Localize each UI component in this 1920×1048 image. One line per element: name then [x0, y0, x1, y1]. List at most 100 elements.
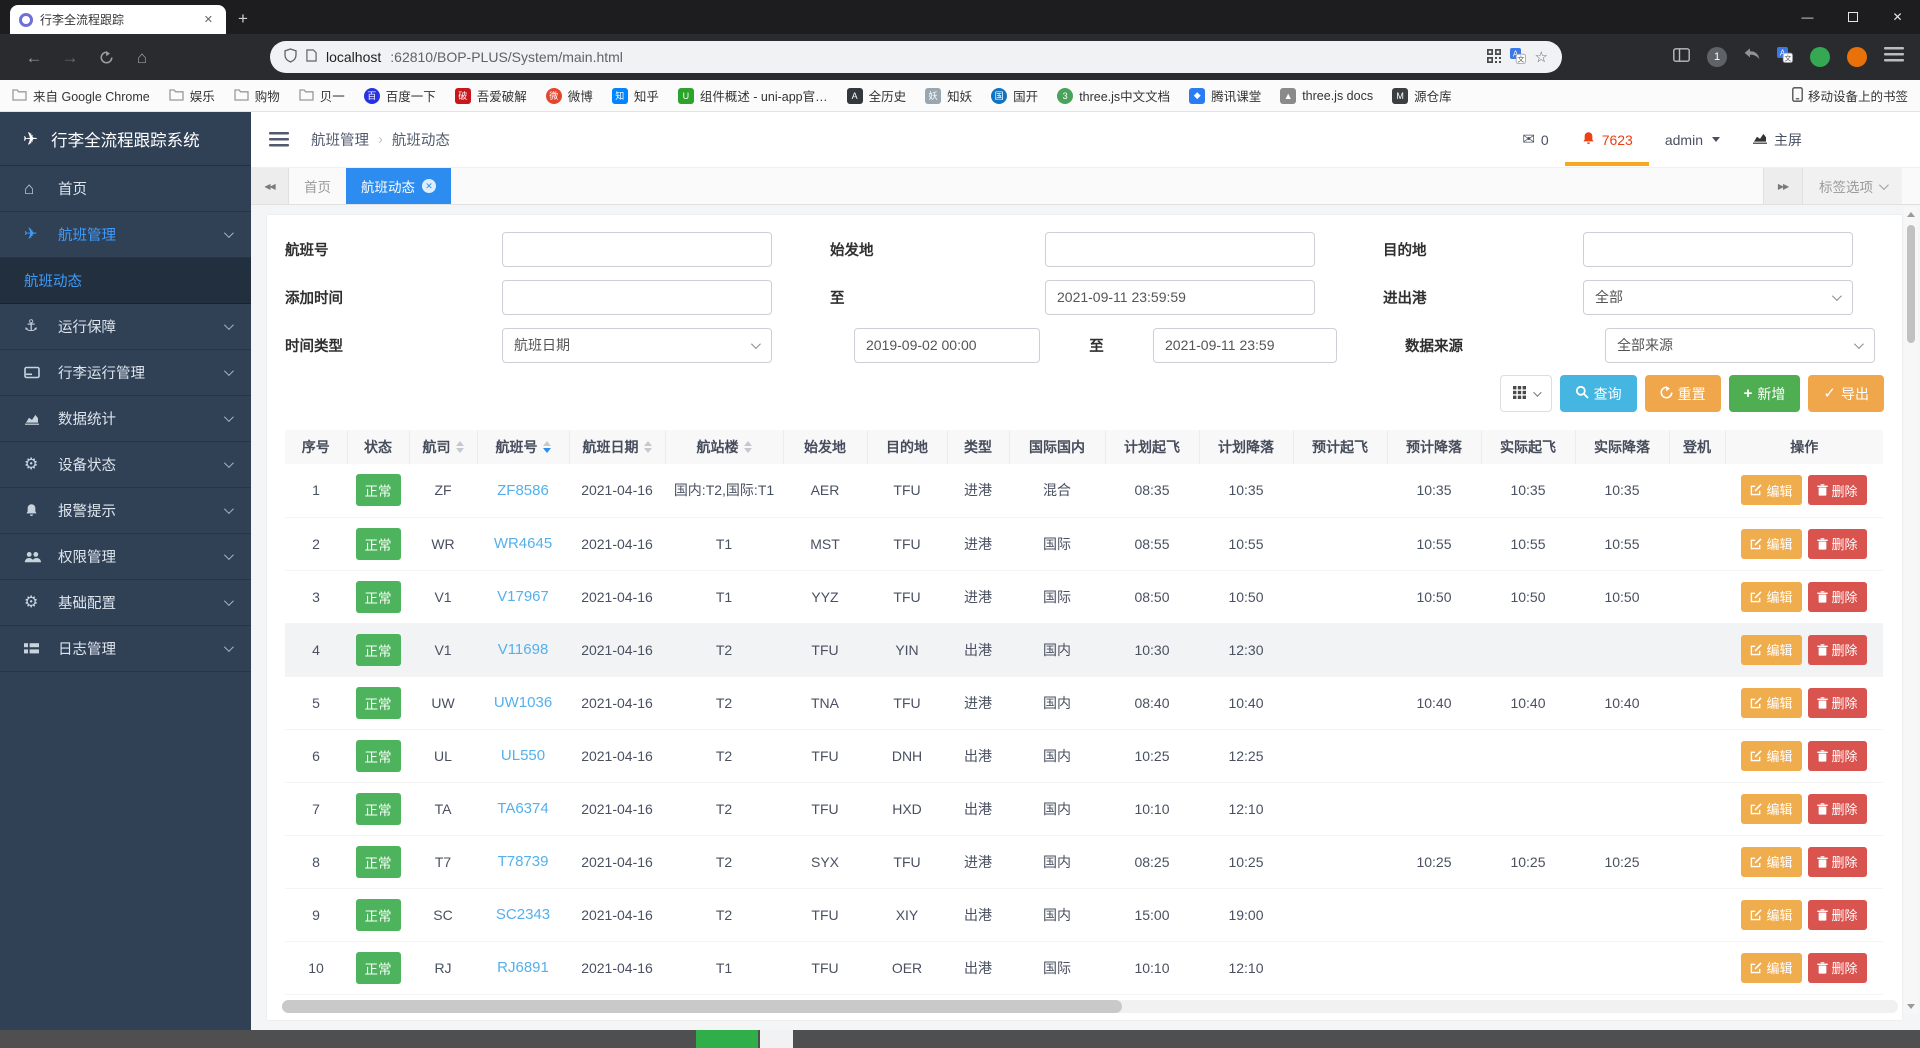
- bookmark-mobile[interactable]: 移动设备上的书签: [1792, 86, 1908, 105]
- tabs-scroll-right-icon[interactable]: ▶▶: [1764, 168, 1802, 204]
- query-button[interactable]: 查询: [1560, 375, 1637, 412]
- flight-number-link[interactable]: WR4645: [494, 535, 552, 552]
- add-time-to-input[interactable]: [1045, 280, 1315, 315]
- tab-home[interactable]: 首页: [289, 168, 346, 204]
- range-start-input[interactable]: [854, 328, 1040, 363]
- tabs-scroll-left-icon[interactable]: ◀◀: [251, 168, 289, 204]
- translate-extension-icon[interactable]: A文: [1777, 47, 1793, 68]
- bookmark-item[interactable]: 来自 Google Chrome: [12, 86, 150, 105]
- edit-button[interactable]: 编辑: [1741, 794, 1801, 824]
- hamburger-menu-icon[interactable]: [269, 132, 289, 147]
- breadcrumb-parent[interactable]: 航班管理: [311, 129, 369, 150]
- extension-orange-icon[interactable]: [1847, 47, 1867, 67]
- sidebar-item-5[interactable]: ⚙设备状态: [0, 442, 251, 488]
- edit-button[interactable]: 编辑: [1741, 847, 1801, 877]
- inout-select[interactable]: 全部: [1583, 280, 1853, 315]
- delete-button[interactable]: 删除: [1808, 900, 1867, 930]
- delete-button[interactable]: 删除: [1808, 582, 1867, 612]
- undo-icon[interactable]: [1744, 48, 1760, 66]
- bookmark-item[interactable]: ◆腾讯课堂: [1189, 86, 1261, 105]
- flight-number-link[interactable]: UL550: [501, 747, 545, 764]
- bookmark-item[interactable]: 国国开: [991, 86, 1038, 105]
- bookmark-item[interactable]: 知知乎: [612, 86, 659, 105]
- delete-button[interactable]: 删除: [1808, 635, 1867, 665]
- horizontal-scrollbar[interactable]: [282, 1000, 1898, 1013]
- flight-number-link[interactable]: V11698: [498, 641, 549, 658]
- fullscreen-button[interactable]: 主屏: [1752, 130, 1802, 150]
- sort-desc-icon[interactable]: [644, 448, 652, 453]
- flight-number-link[interactable]: SC2343: [496, 906, 550, 923]
- edit-button[interactable]: 编辑: [1741, 582, 1801, 612]
- sidebar-item-1[interactable]: ✈航班管理: [0, 212, 251, 258]
- edit-button[interactable]: 编辑: [1741, 635, 1801, 665]
- edit-button[interactable]: 编辑: [1741, 475, 1801, 505]
- sidebar-subitem-flight-dynamics[interactable]: 航班动态: [0, 258, 251, 304]
- split-view-icon[interactable]: [1673, 48, 1690, 67]
- sort-asc-icon[interactable]: [744, 441, 752, 446]
- reset-button[interactable]: 重置: [1645, 375, 1721, 412]
- column-config-button[interactable]: [1500, 375, 1552, 412]
- sidebar-item-4[interactable]: 数据统计: [0, 396, 251, 442]
- bookmark-item[interactable]: 购物: [234, 86, 280, 105]
- range-end-input[interactable]: [1153, 328, 1337, 363]
- sort-icons[interactable]: [456, 441, 464, 453]
- delete-button[interactable]: 删除: [1808, 794, 1867, 824]
- user-menu[interactable]: admin: [1665, 132, 1720, 148]
- time-type-select[interactable]: 航班日期: [502, 328, 772, 363]
- add-time-input[interactable]: [502, 280, 772, 315]
- flight-no-input[interactable]: [502, 232, 772, 267]
- sort-desc-icon[interactable]: [744, 448, 752, 453]
- alert-indicator[interactable]: 7623: [1581, 131, 1633, 149]
- forward-icon[interactable]: →: [52, 41, 88, 73]
- column-header-flight-date[interactable]: 航班日期: [569, 430, 665, 464]
- tab-flight-dynamics[interactable]: 航班动态 ✕: [346, 168, 451, 204]
- vertical-scrollbar[interactable]: [1904, 207, 1918, 1014]
- reload-icon[interactable]: [88, 41, 124, 73]
- bookmark-item[interactable]: 微微博: [546, 86, 593, 105]
- origin-input[interactable]: [1045, 232, 1315, 267]
- delete-button[interactable]: 删除: [1808, 953, 1867, 983]
- bookmark-star-icon[interactable]: ☆: [1535, 49, 1548, 65]
- edit-button[interactable]: 编辑: [1741, 741, 1801, 771]
- sidebar-item-8[interactable]: ⚙基础配置: [0, 580, 251, 626]
- back-icon[interactable]: ←: [16, 41, 52, 73]
- bookmark-item[interactable]: 贝一: [299, 86, 345, 105]
- bookmark-item[interactable]: M源仓库: [1392, 86, 1452, 105]
- translate-icon[interactable]: A文: [1510, 48, 1526, 67]
- source-select[interactable]: 全部来源: [1605, 328, 1875, 363]
- browser-tab[interactable]: 行李全流程跟踪 ✕: [10, 5, 226, 34]
- sidebar-item-0[interactable]: ⌂首页: [0, 166, 251, 212]
- bookmark-item[interactable]: 娱乐: [169, 86, 215, 105]
- scrollbar-thumb[interactable]: [1907, 225, 1915, 343]
- sidebar-item-2[interactable]: ⚓运行保障: [0, 304, 251, 350]
- delete-button[interactable]: 删除: [1808, 741, 1867, 771]
- bookmark-item[interactable]: A全历史: [847, 86, 907, 105]
- sidebar-item-7[interactable]: 权限管理: [0, 534, 251, 580]
- edit-button[interactable]: 编辑: [1741, 900, 1801, 930]
- flight-number-link[interactable]: RJ6891: [497, 959, 549, 976]
- window-close-button[interactable]: ✕: [1875, 0, 1920, 33]
- shield-icon[interactable]: [284, 48, 297, 66]
- flight-number-link[interactable]: TA6374: [497, 800, 548, 817]
- page-icon[interactable]: [306, 49, 317, 65]
- delete-button[interactable]: 删除: [1808, 847, 1867, 877]
- extension-green-icon[interactable]: [1810, 47, 1830, 67]
- bookmark-item[interactable]: 妖知妖: [925, 86, 972, 105]
- edit-button[interactable]: 编辑: [1741, 953, 1801, 983]
- column-header-airline[interactable]: 航司: [409, 430, 477, 464]
- edit-button[interactable]: 编辑: [1741, 688, 1801, 718]
- sort-asc-icon[interactable]: [543, 441, 551, 446]
- sort-icons[interactable]: [644, 441, 652, 453]
- bookmark-item[interactable]: 百百度一下: [364, 86, 436, 105]
- home-icon[interactable]: ⌂: [124, 41, 160, 73]
- scrollbar-thumb[interactable]: [282, 1000, 1122, 1013]
- tab-options-dropdown[interactable]: 标签选项: [1802, 168, 1902, 204]
- bookmark-item[interactable]: U组件概述 - uni-app官…: [678, 86, 828, 105]
- column-header-terminal[interactable]: 航站楼: [665, 430, 783, 464]
- dest-input[interactable]: [1583, 232, 1853, 267]
- flight-number-link[interactable]: V17967: [497, 588, 549, 605]
- scroll-down-icon[interactable]: [1907, 1004, 1915, 1009]
- close-tab-icon[interactable]: ✕: [200, 11, 217, 28]
- window-minimize-button[interactable]: —: [1785, 0, 1830, 33]
- extension-badge[interactable]: 1: [1707, 47, 1727, 67]
